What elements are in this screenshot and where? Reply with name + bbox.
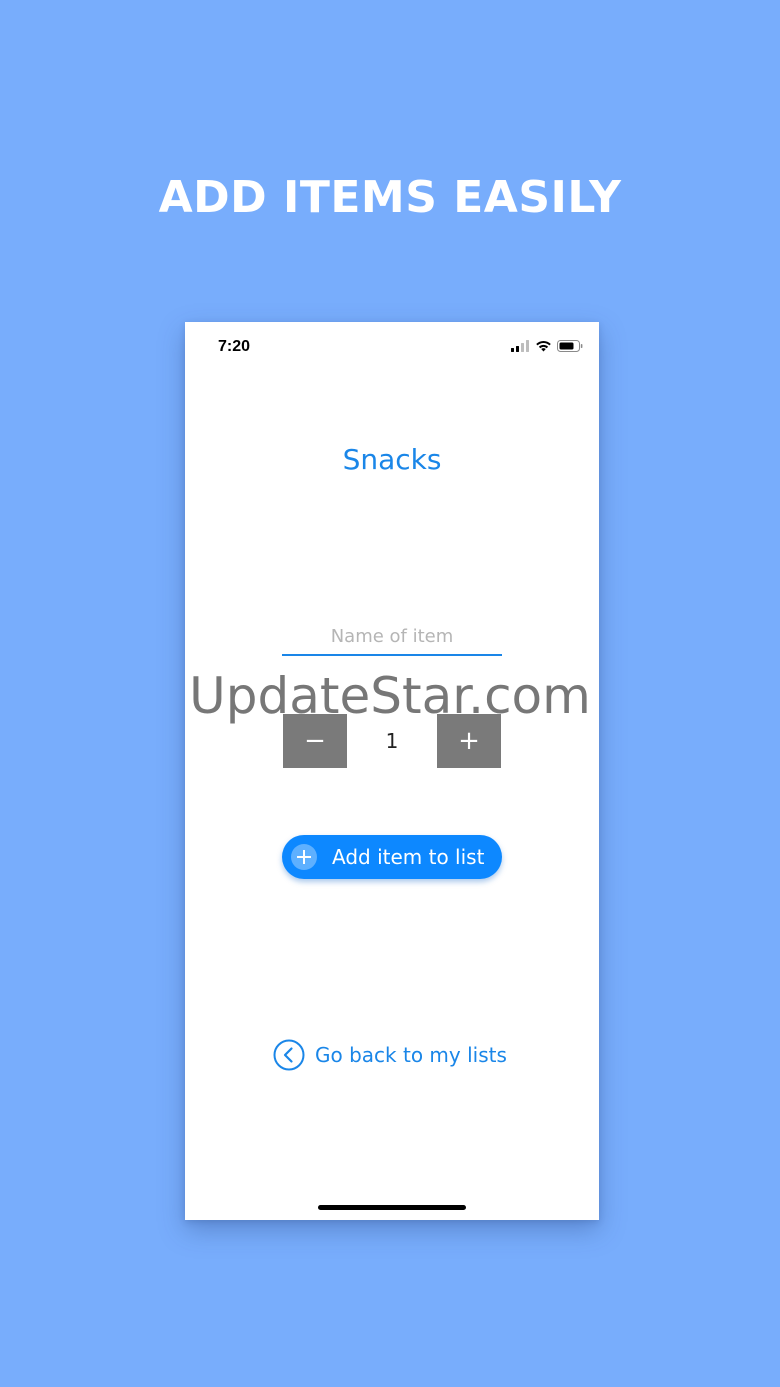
phone-screen: 7:20 Snacks − 1 + <box>185 322 599 1220</box>
plus-circle-icon <box>291 844 317 870</box>
go-back-link[interactable]: Go back to my lists <box>273 1038 507 1072</box>
go-back-label: Go back to my lists <box>315 1043 507 1067</box>
minus-icon: − <box>304 726 326 756</box>
plus-icon: + <box>458 726 480 756</box>
signal-icon <box>511 340 529 352</box>
status-icons <box>511 339 583 353</box>
add-item-button[interactable]: Add item to list <box>282 835 502 879</box>
list-title: Snacks <box>342 443 442 476</box>
chevron-left-circle-icon <box>273 1039 305 1071</box>
increment-button[interactable]: + <box>437 714 501 768</box>
item-name-input[interactable] <box>282 618 502 656</box>
home-indicator <box>318 1205 466 1210</box>
add-item-label: Add item to list <box>332 845 485 869</box>
status-time: 7:20 <box>218 338 251 355</box>
wifi-icon <box>536 341 551 352</box>
decrement-button[interactable]: − <box>283 714 347 768</box>
quantity-value: 1 <box>385 729 399 753</box>
promo-headline: ADD ITEMS EASILY <box>158 172 622 223</box>
battery-icon <box>557 340 583 352</box>
